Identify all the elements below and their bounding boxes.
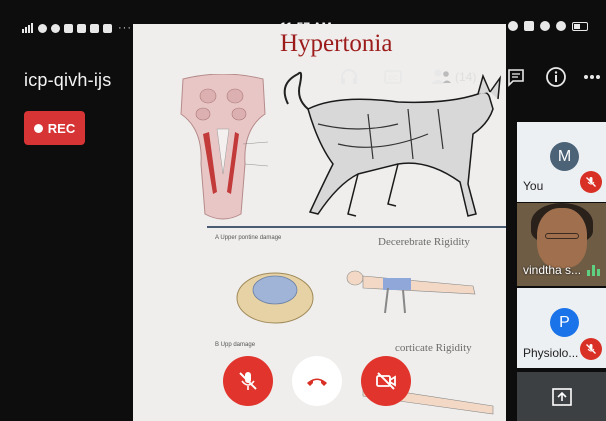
decorticate-caption: corticate Rigidity: [395, 342, 472, 354]
decerebrate-posture-illustration: [346, 270, 476, 314]
mic-off-icon: [586, 177, 596, 187]
more-notifications: ···: [118, 22, 132, 34]
wifi-icon: [556, 21, 566, 31]
avatar: P: [550, 308, 579, 337]
pons-section-illustration: [236, 272, 314, 324]
toggle-camera-button[interactable]: [361, 356, 411, 406]
signal-icon: [22, 23, 34, 33]
participant-name: Physiolo...: [523, 346, 579, 360]
recording-indicator[interactable]: REC: [24, 111, 85, 145]
chat-icon: [508, 69, 524, 87]
mic-off-icon: [239, 372, 257, 390]
notes-icon: [90, 23, 99, 33]
participant-name: You: [523, 179, 544, 193]
toggle-mic-button[interactable]: [223, 356, 273, 406]
gallery-icon: [64, 23, 73, 33]
participant-tile-camera[interactable]: vindtha s...: [517, 203, 606, 286]
rec-label: REC: [47, 120, 76, 136]
app-icon: [103, 23, 112, 33]
vibrate-icon: [524, 21, 534, 31]
headphones-icon: [341, 69, 357, 84]
mic-muted-badge: [580, 171, 602, 193]
more-options-button[interactable]: [580, 62, 604, 92]
end-call-button[interactable]: [292, 356, 342, 406]
record-dot-icon: [33, 123, 43, 133]
mail-icon: [77, 23, 86, 33]
present-screen-icon: [552, 388, 572, 406]
participant-name: vindtha s...: [523, 263, 582, 277]
svg-text:CC: CC: [389, 76, 398, 82]
more-icon: [584, 75, 600, 79]
audio-output-button[interactable]: [334, 62, 364, 92]
info-icon: [546, 67, 566, 87]
location-icon: [51, 23, 60, 33]
camera-off-icon: [376, 372, 396, 390]
participant-tile-physiolo[interactable]: P Physiolo...: [517, 288, 606, 368]
call-status-icon: [540, 21, 550, 31]
status-icons-left: ···: [22, 21, 132, 35]
participant-tile-you[interactable]: M You: [517, 122, 606, 202]
info-button[interactable]: [541, 62, 571, 92]
slide-divider: [207, 226, 506, 228]
slide-label-b: B Upp damage: [215, 342, 256, 348]
whatsapp-icon: [38, 23, 47, 33]
avatar: M: [550, 142, 579, 171]
hang-up-icon: [307, 378, 327, 386]
participants-button[interactable]: [426, 62, 456, 92]
presentation-tile[interactable]: [517, 372, 606, 421]
avatar-initial: P: [559, 313, 570, 331]
mic-off-icon: [586, 344, 596, 354]
speaking-indicator-icon: [587, 265, 600, 276]
brainstem-illustration: [180, 74, 269, 220]
decerebrate-caption: Decerebrate Rigidity: [378, 236, 470, 248]
mic-muted-badge: [580, 338, 602, 360]
battery-icon: [572, 21, 588, 31]
chat-button[interactable]: [501, 62, 531, 92]
avatar-initial: M: [557, 147, 572, 165]
slide-title: Hypertonia: [280, 30, 393, 57]
meeting-code: icp-qivh-ijs: [24, 70, 112, 90]
headset-status-icon: [508, 21, 518, 31]
captions-icon: CC: [384, 70, 402, 84]
slide-label-a: A Upper pontine damage: [215, 235, 282, 241]
participants-count: (14): [455, 70, 477, 84]
captions-button[interactable]: CC: [378, 62, 408, 92]
people-icon: [431, 69, 451, 84]
status-icons-right: [508, 21, 588, 31]
